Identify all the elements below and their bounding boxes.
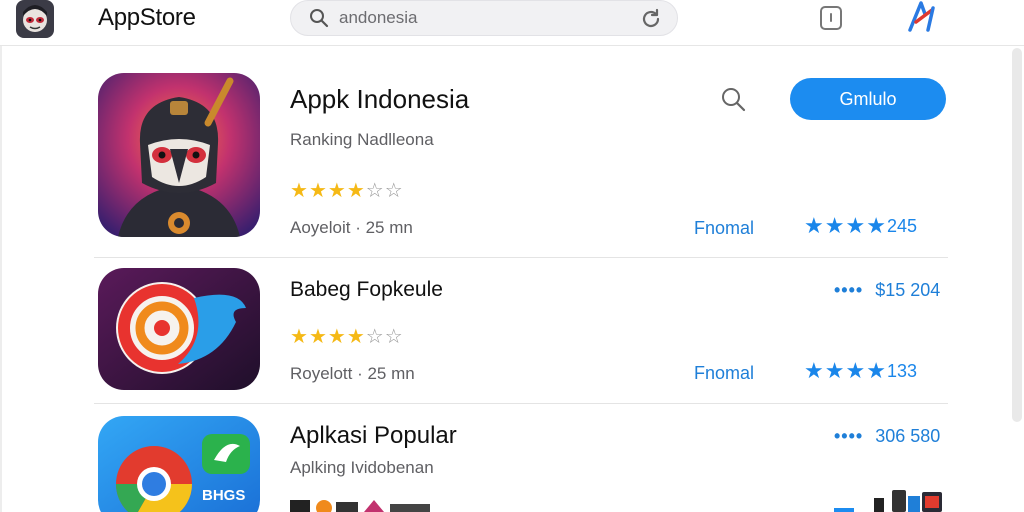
star-icon: ★ xyxy=(308,326,328,348)
review-count: 133 xyxy=(886,361,917,381)
app-list-item[interactable]: BHGS Aplkasi Popular Aplking Ividobenan … xyxy=(94,404,948,512)
app-meta: Royelott · 25 mn xyxy=(290,364,415,383)
app-icon-colorful-logo[interactable] xyxy=(98,268,260,390)
get-button[interactable]: Gmlulo xyxy=(790,78,946,120)
icon-badge-text: BHGS xyxy=(202,487,245,504)
review-rating: ★★★★245 xyxy=(804,213,917,239)
app-subtitle: Aplking Ividobenan xyxy=(290,458,434,477)
star-rating: ★★★★☆☆ xyxy=(290,178,404,203)
app-meta: Aoyeloit · 25 mn xyxy=(290,218,413,237)
star-outline-icon: ☆ xyxy=(365,180,385,202)
search-input[interactable] xyxy=(339,5,619,31)
star-outline-icon: ☆ xyxy=(365,326,385,348)
star-icon: ★ xyxy=(308,180,328,202)
star-icon: ★ xyxy=(804,358,825,383)
price-value: $15 204 xyxy=(875,280,941,300)
star-icon: ★ xyxy=(845,358,867,383)
screenshot-strip xyxy=(290,496,430,512)
star-outline-icon: ☆ xyxy=(384,180,404,202)
app-name[interactable]: Appk Indonesia xyxy=(290,84,469,115)
star-icon: ★ xyxy=(346,180,366,202)
app-logo-icon[interactable] xyxy=(16,0,54,38)
app-name[interactable]: Aplkasi Popular xyxy=(290,422,457,450)
brand-logo-icon[interactable] xyxy=(904,0,938,34)
price-label[interactable]: •••• $15 204 xyxy=(834,280,940,301)
scrollbar[interactable] xyxy=(1012,48,1022,422)
more-dots-icon: •••• xyxy=(834,426,864,446)
star-icon: ★ xyxy=(346,326,366,348)
price-label[interactable]: •••• 306 580 xyxy=(834,426,940,447)
device-previews xyxy=(834,488,946,512)
search-bar[interactable] xyxy=(290,0,678,36)
app-icon-browser[interactable]: BHGS xyxy=(98,416,260,512)
star-icon: ★ xyxy=(866,213,887,238)
app-subtitle: Ranking Nadlleona xyxy=(290,130,434,149)
star-icon: ★ xyxy=(290,326,309,348)
star-icon: ★ xyxy=(804,213,825,238)
top-bar: AppStore xyxy=(0,0,1024,46)
app-name[interactable]: Babeg Fopkeule xyxy=(290,278,443,302)
search-icon[interactable] xyxy=(720,86,746,112)
app-title: AppStore xyxy=(98,4,196,31)
app-category-link[interactable]: Fnomal xyxy=(694,218,754,239)
star-icon: ★ xyxy=(866,358,887,383)
price-value: 306 580 xyxy=(875,426,941,446)
app-icon-ninja-character[interactable] xyxy=(98,73,260,237)
star-icon: ★ xyxy=(845,213,867,238)
star-icon: ★ xyxy=(824,213,846,238)
more-dots-icon: •••• xyxy=(834,280,864,300)
app-category-link[interactable]: Fnomal xyxy=(694,363,754,384)
review-rating: ★★★★133 xyxy=(804,358,917,384)
app-list-item[interactable]: Babeg Fopkeule ★★★★☆☆ Royelott · 25 mn F… xyxy=(94,258,948,404)
tablet-icon[interactable] xyxy=(818,5,844,31)
star-rating: ★★★★☆☆ xyxy=(290,324,404,349)
star-icon: ★ xyxy=(327,326,347,348)
star-outline-icon: ☆ xyxy=(384,326,404,348)
review-count: 245 xyxy=(886,216,917,236)
star-icon: ★ xyxy=(824,358,846,383)
refresh-icon[interactable] xyxy=(639,7,663,31)
search-icon xyxy=(309,8,329,28)
app-list-item[interactable]: Appk Indonesia Ranking Nadlleona ★★★★☆☆ … xyxy=(94,70,948,258)
star-icon: ★ xyxy=(290,180,309,202)
star-icon: ★ xyxy=(327,180,347,202)
